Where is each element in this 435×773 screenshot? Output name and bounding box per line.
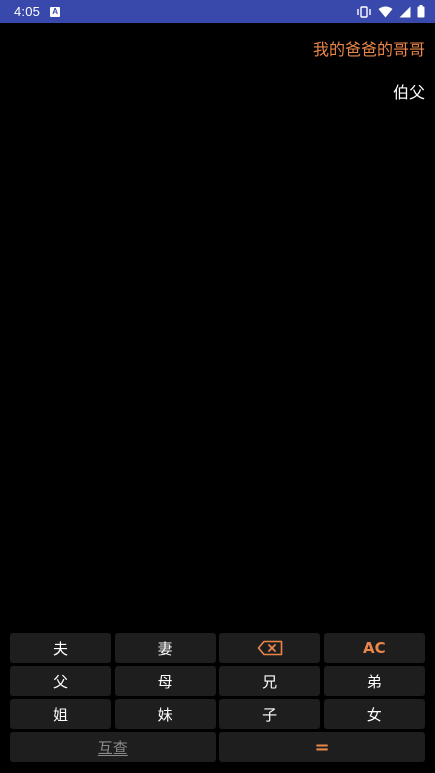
key-mother[interactable]: 母 xyxy=(114,666,216,696)
vibrate-icon xyxy=(357,5,371,18)
status-icons xyxy=(356,5,425,18)
clear-all-button[interactable]: AC xyxy=(323,633,425,663)
cell-signal-icon xyxy=(399,6,411,17)
notification-app-icon: A xyxy=(50,6,61,17)
keypad: 夫 妻 AC 父 母 兄 弟 姐 妹 子 女 互查 = xyxy=(10,633,425,762)
display-area: 我的爸爸的哥哥 伯父 xyxy=(0,23,435,623)
key-son[interactable]: 子 xyxy=(219,699,321,729)
result-text: 伯父 xyxy=(392,83,425,102)
mutual-query-button[interactable]: 互查 xyxy=(10,732,216,762)
equals-button[interactable]: = xyxy=(219,732,425,762)
wifi-icon xyxy=(378,6,393,17)
key-younger-sister[interactable]: 妹 xyxy=(114,699,216,729)
key-elder-sister[interactable]: 姐 xyxy=(10,699,111,729)
key-father[interactable]: 父 xyxy=(10,666,111,696)
key-younger-brother[interactable]: 弟 xyxy=(323,666,425,696)
key-wife[interactable]: 妻 xyxy=(114,633,216,663)
backspace-icon xyxy=(257,640,282,656)
key-elder-brother[interactable]: 兄 xyxy=(219,666,321,696)
key-daughter[interactable]: 女 xyxy=(323,699,425,729)
expression-text: 我的爸爸的哥哥 xyxy=(312,40,425,59)
backspace-button[interactable] xyxy=(219,633,321,663)
battery-icon xyxy=(417,5,425,18)
status-time: 4:05 xyxy=(14,4,41,19)
key-husband[interactable]: 夫 xyxy=(10,633,111,663)
status-bar: 4:05 A xyxy=(0,0,435,23)
